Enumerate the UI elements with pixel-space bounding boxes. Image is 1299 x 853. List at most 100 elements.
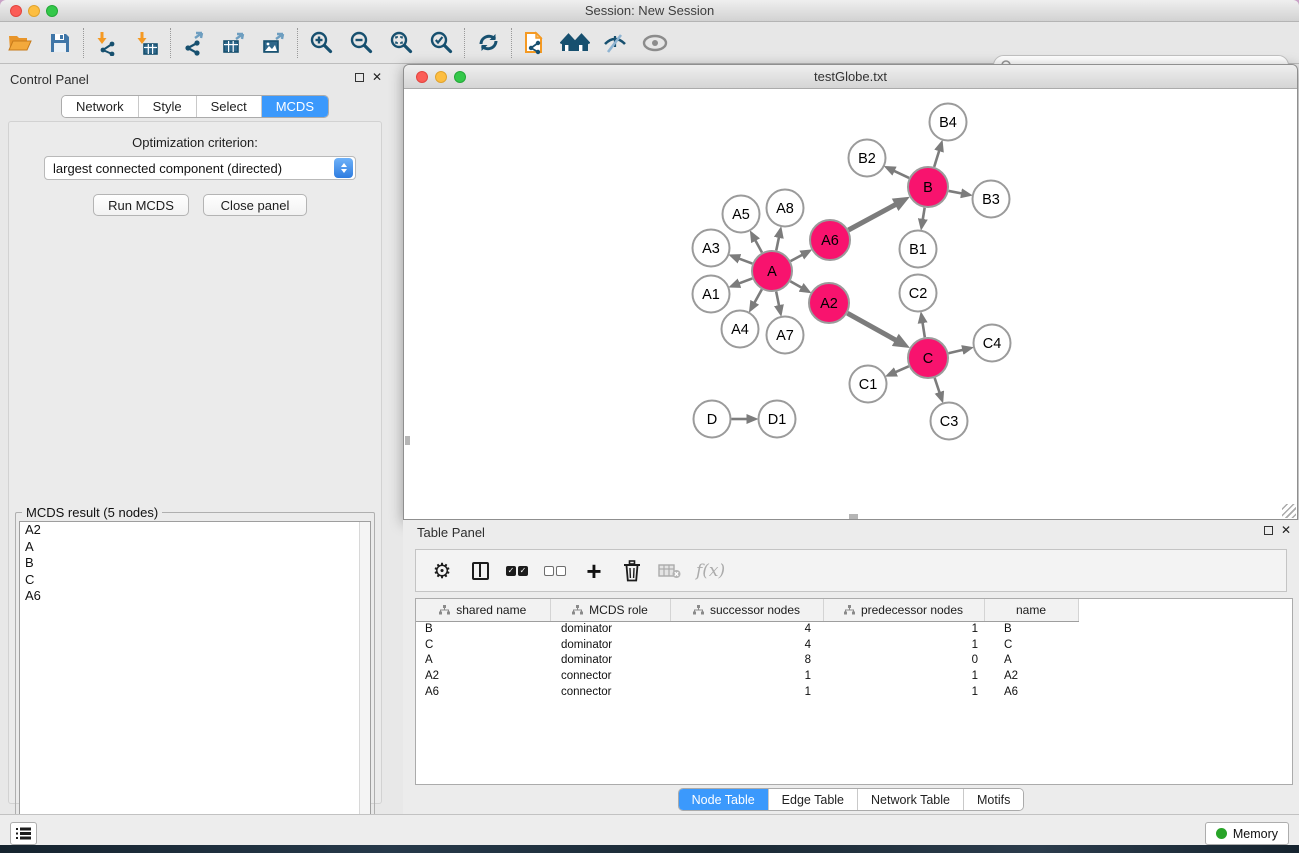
tab-motifs[interactable]: Motifs bbox=[963, 789, 1023, 810]
table-cell[interactable]: C bbox=[984, 637, 1078, 653]
column-header-predecessor-nodes[interactable]: predecessor nodes bbox=[823, 599, 984, 621]
table-cell[interactable]: connector bbox=[550, 684, 670, 700]
column-header-MCDS-role[interactable]: MCDS role bbox=[550, 599, 670, 621]
delete-column-trash-icon[interactable] bbox=[620, 557, 644, 585]
table-cell[interactable]: 4 bbox=[670, 621, 823, 637]
hide-graphics-details-icon[interactable] bbox=[595, 26, 635, 60]
run-mcds-button[interactable]: Run MCDS bbox=[93, 194, 189, 216]
edge-A-A3 bbox=[739, 258, 753, 263]
task-history-button[interactable] bbox=[10, 822, 37, 845]
zoom-in-icon[interactable] bbox=[301, 26, 341, 60]
mcds-result-item[interactable]: A6 bbox=[20, 588, 370, 605]
column-header-name[interactable]: name bbox=[984, 599, 1078, 621]
node-label-B: B bbox=[923, 180, 933, 196]
table-cell[interactable]: 1 bbox=[670, 684, 823, 700]
table-cell[interactable]: 1 bbox=[670, 668, 823, 684]
mcds-result-item[interactable]: B bbox=[20, 555, 370, 572]
table-cell[interactable]: A bbox=[984, 653, 1078, 669]
open-file-icon[interactable] bbox=[0, 26, 40, 60]
table-cell[interactable]: B bbox=[984, 621, 1078, 637]
table-cell[interactable]: A bbox=[416, 653, 550, 669]
tab-edge-table[interactable]: Edge Table bbox=[768, 789, 857, 810]
table-cell[interactable]: 1 bbox=[823, 684, 984, 700]
save-session-icon[interactable] bbox=[40, 26, 80, 60]
close-traffic-light[interactable] bbox=[416, 71, 428, 83]
minimize-traffic-light[interactable] bbox=[435, 71, 447, 83]
table-row[interactable]: Adominator80A bbox=[416, 653, 1292, 669]
table-row[interactable]: Cdominator41C bbox=[416, 637, 1292, 653]
table-settings-gear-icon[interactable]: ⚙ bbox=[430, 557, 454, 585]
minimize-traffic-light[interactable] bbox=[28, 5, 40, 17]
tab-network-table[interactable]: Network Table bbox=[857, 789, 963, 810]
node-label-A8: A8 bbox=[776, 201, 794, 217]
table-cell[interactable]: C bbox=[416, 637, 550, 653]
table-cell[interactable]: 0 bbox=[823, 653, 984, 669]
table-cell-filler bbox=[1078, 653, 1292, 669]
memory-button[interactable]: Memory bbox=[1205, 822, 1289, 845]
control-panel-title: Control Panel bbox=[10, 72, 89, 87]
export-network-icon[interactable] bbox=[174, 26, 214, 60]
table-row[interactable]: Bdominator41B bbox=[416, 621, 1292, 637]
table-row[interactable]: A2connector11A2 bbox=[416, 668, 1292, 684]
tab-network[interactable]: Network bbox=[62, 96, 138, 117]
table-cell[interactable]: B bbox=[416, 621, 550, 637]
column-header-shared-name[interactable]: shared name bbox=[416, 599, 550, 621]
table-row[interactable]: A6connector11A6 bbox=[416, 684, 1292, 700]
table-cell[interactable]: A2 bbox=[416, 668, 550, 684]
mcds-result-item[interactable]: A2 bbox=[20, 522, 370, 539]
show-columns-icon[interactable] bbox=[468, 557, 492, 585]
edge-C-C1 bbox=[895, 366, 909, 372]
column-header-successor-nodes[interactable]: successor nodes bbox=[670, 599, 823, 621]
node-label-A1: A1 bbox=[702, 287, 720, 303]
tab-select[interactable]: Select bbox=[196, 96, 261, 117]
network-canvas[interactable]: B4B2BB3A5A8A6A3B1AA1C2A2A4A7C4CC1C3DD1 bbox=[405, 89, 1296, 519]
table-cell[interactable]: connector bbox=[550, 668, 670, 684]
network-window-titlebar[interactable]: testGlobe.txt bbox=[404, 65, 1297, 89]
add-column-icon[interactable]: + bbox=[582, 557, 606, 585]
tab-mcds[interactable]: MCDS bbox=[261, 96, 328, 117]
edge-A2-C bbox=[847, 313, 896, 340]
import-network-icon[interactable] bbox=[87, 26, 127, 60]
table-cell[interactable]: 8 bbox=[670, 653, 823, 669]
table-cell[interactable]: dominator bbox=[550, 653, 670, 669]
zoom-traffic-light[interactable] bbox=[46, 5, 58, 17]
close-panel-icon[interactable]: ✕ bbox=[1281, 525, 1291, 536]
table-cell[interactable]: 1 bbox=[823, 668, 984, 684]
table-cell[interactable]: dominator bbox=[550, 637, 670, 653]
refresh-view-icon[interactable] bbox=[468, 26, 508, 60]
zoom-fit-icon[interactable] bbox=[381, 26, 421, 60]
tab-node-table[interactable]: Node Table bbox=[679, 789, 768, 810]
import-table-icon[interactable] bbox=[127, 26, 167, 60]
tab-style[interactable]: Style bbox=[138, 96, 196, 117]
mcds-result-item[interactable]: C bbox=[20, 572, 370, 589]
show-graphics-details-icon[interactable] bbox=[635, 26, 675, 60]
list-scrollbar[interactable] bbox=[359, 522, 370, 853]
mcds-result-item[interactable]: A bbox=[20, 539, 370, 556]
table-cell[interactable]: A6 bbox=[984, 684, 1078, 700]
table-cell[interactable]: A2 bbox=[984, 668, 1078, 684]
edge-B-B2 bbox=[894, 171, 909, 178]
float-panel-icon[interactable] bbox=[1264, 526, 1273, 535]
close-panel-icon[interactable]: ✕ bbox=[372, 72, 382, 83]
float-panel-icon[interactable] bbox=[355, 73, 364, 82]
select-all-rows-icon[interactable]: ✓✓ bbox=[506, 557, 530, 585]
window-resize-grip[interactable] bbox=[1282, 504, 1296, 518]
home-layouts-icon[interactable] bbox=[555, 26, 595, 60]
node-label-A7: A7 bbox=[776, 328, 794, 344]
deselect-all-rows-icon[interactable] bbox=[544, 557, 568, 585]
list-icon bbox=[16, 827, 31, 840]
network-from-file-icon[interactable] bbox=[515, 26, 555, 60]
table-cell[interactable]: 1 bbox=[823, 621, 984, 637]
table-cell[interactable]: 4 bbox=[670, 637, 823, 653]
table-cell[interactable]: A6 bbox=[416, 684, 550, 700]
export-table-icon[interactable] bbox=[214, 26, 254, 60]
table-cell[interactable]: dominator bbox=[550, 621, 670, 637]
zoom-selected-icon[interactable] bbox=[421, 26, 461, 60]
zoom-out-icon[interactable] bbox=[341, 26, 381, 60]
criterion-select[interactable]: largest connected component (directed) bbox=[44, 156, 356, 180]
export-image-icon[interactable] bbox=[254, 26, 294, 60]
table-cell[interactable]: 1 bbox=[823, 637, 984, 653]
zoom-traffic-light[interactable] bbox=[454, 71, 466, 83]
close-traffic-light[interactable] bbox=[10, 5, 22, 17]
close-panel-button[interactable]: Close panel bbox=[203, 194, 307, 216]
